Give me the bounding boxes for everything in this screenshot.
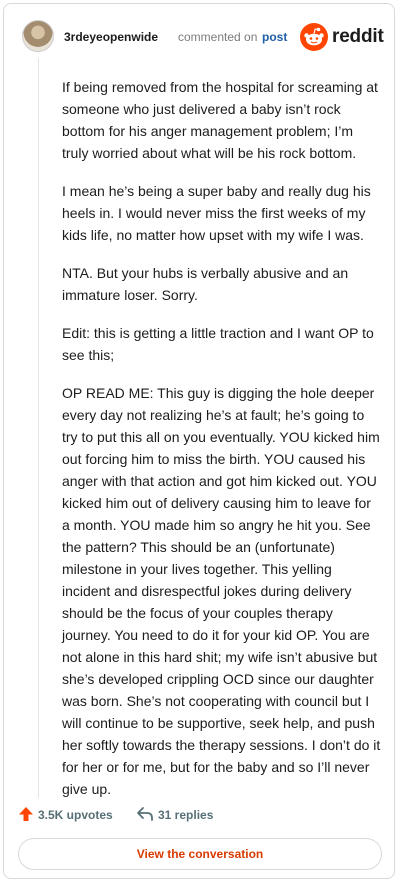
comment-card: 3rdeyeopenwide commented on post reddit … (3, 3, 395, 879)
comment-paragraph: Edit: this is getting a little traction … (62, 325, 374, 363)
reddit-logo[interactable]: reddit (300, 18, 384, 54)
reddit-logo-icon (300, 23, 328, 51)
username[interactable]: 3rdeyeopenwide (64, 30, 158, 44)
reply-count[interactable]: 31 replies (158, 808, 213, 822)
comment-paragraph: I mean he’s being a super baby and reall… (62, 183, 371, 243)
view-conversation-button[interactable]: View the conversation (18, 838, 382, 870)
comment-paragraph: If being removed from the hospital for s… (62, 79, 378, 161)
post-link[interactable]: post (262, 30, 287, 44)
comment-paragraph: NTA. But your hubs is verbally abusive a… (62, 265, 349, 303)
comment-header: 3rdeyeopenwide commented on post reddit (16, 18, 384, 58)
comment-paragraph: OP READ ME: This guy is digging the hole… (62, 385, 381, 797)
thread-line (38, 58, 39, 798)
user-avatar[interactable] (22, 20, 54, 52)
comment-body: If being removed from the hospital for s… (62, 76, 382, 816)
commented-on-text: commented on (178, 30, 258, 44)
reddit-wordmark: reddit (332, 26, 384, 47)
upvote-arrow-icon[interactable] (18, 806, 34, 822)
upvote-count[interactable]: 3.5K upvotes (38, 808, 113, 822)
comment-footer: 3.5K upvotes 31 replies (18, 800, 378, 828)
reply-arrow-icon[interactable] (136, 806, 154, 822)
